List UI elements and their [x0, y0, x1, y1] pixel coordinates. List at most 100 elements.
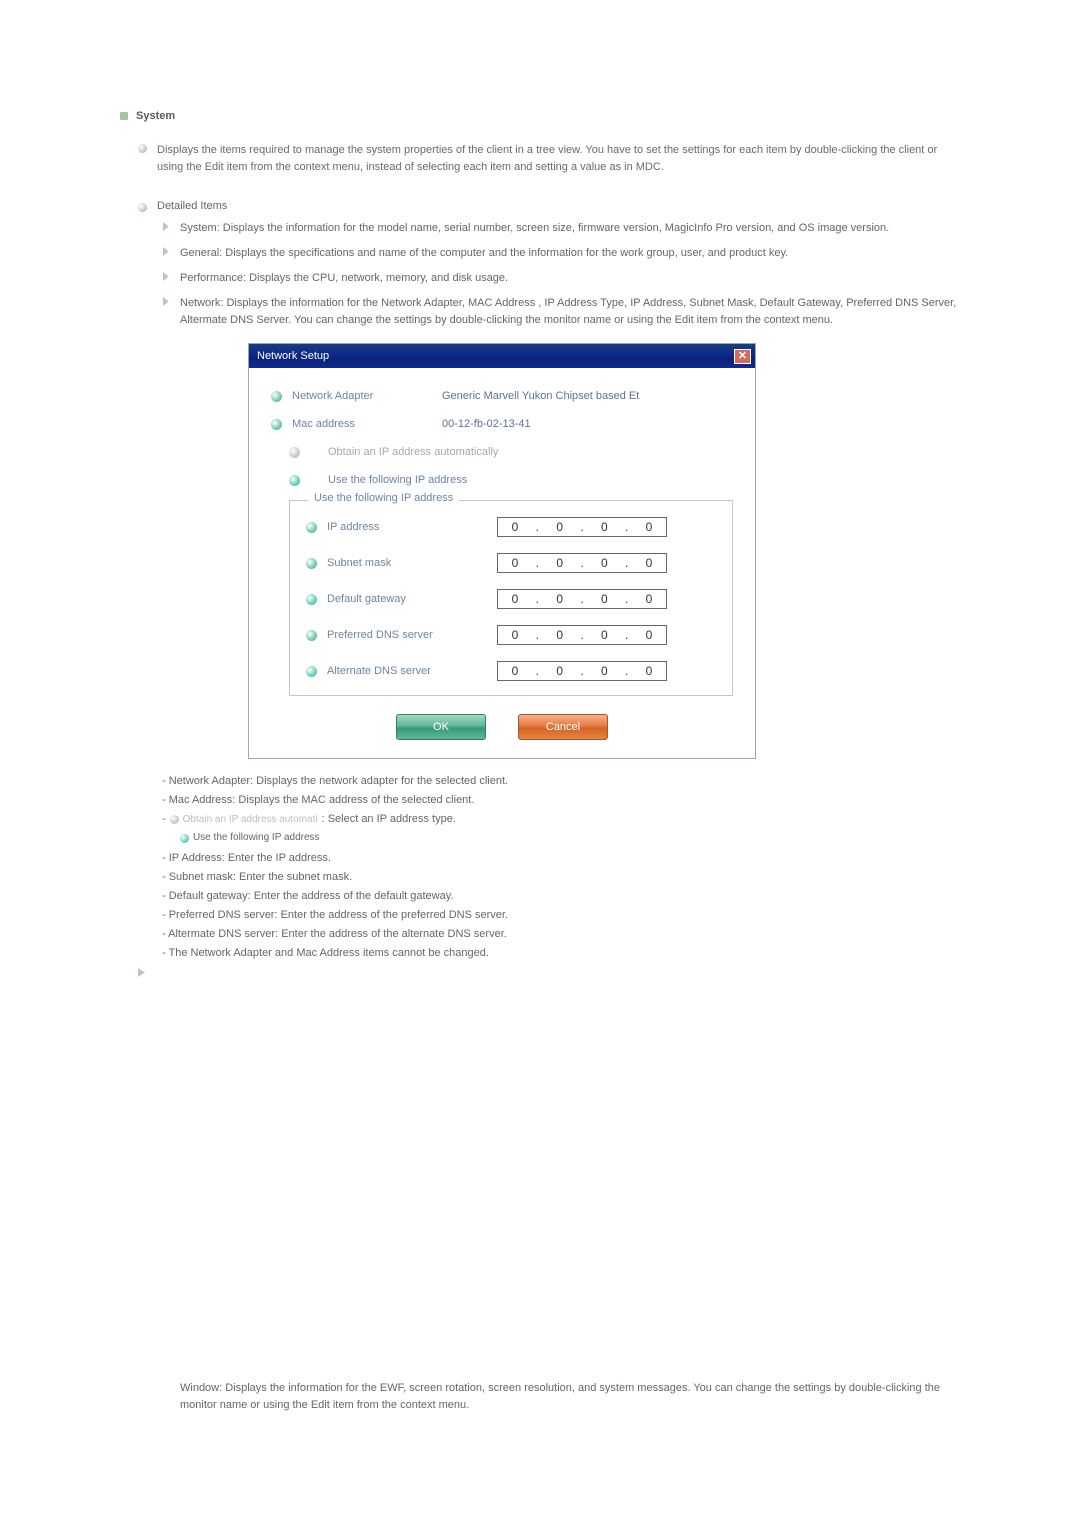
octet[interactable]: 0	[504, 556, 526, 570]
list-text: System: Displays the information for the…	[180, 220, 889, 237]
ok-button[interactable]: OK	[396, 714, 486, 740]
octet[interactable]: 0	[638, 592, 660, 606]
note-prefix: -	[162, 811, 166, 828]
octet[interactable]: 0	[638, 628, 660, 642]
dot-icon	[306, 558, 317, 569]
arrow-icon	[163, 222, 171, 237]
note-line: - Altermate DNS server: Enter the addres…	[162, 926, 960, 943]
dot-icon	[306, 594, 317, 605]
field-label: Subnet mask	[327, 557, 497, 569]
cancel-button[interactable]: Cancel	[518, 714, 608, 740]
inline-option-manual: Use the following IP address	[180, 830, 320, 846]
note-line: - Subnet mask: Enter the subnet mask.	[162, 869, 960, 886]
note-line: - Preferred DNS server: Enter the addres…	[162, 907, 960, 924]
field-label: Default gateway	[327, 593, 497, 605]
octet[interactable]: 0	[593, 556, 615, 570]
note-line: - Obtain an IP address automati : Select…	[162, 811, 960, 828]
dot-icon	[306, 522, 317, 533]
list-item: Network: Displays the information for th…	[162, 295, 960, 329]
field-label: IP address	[327, 521, 497, 533]
arrow-icon	[163, 247, 171, 262]
radio-icon[interactable]	[289, 475, 300, 486]
octet[interactable]: 0	[638, 556, 660, 570]
detailed-header: Detailed Items	[138, 200, 960, 212]
close-icon[interactable]: ✕	[734, 349, 751, 364]
octet[interactable]: 0	[593, 628, 615, 642]
octet[interactable]: 0	[593, 592, 615, 606]
octet[interactable]: 0	[638, 664, 660, 678]
note-line: Use the following IP address	[176, 830, 960, 846]
dot-icon	[306, 666, 317, 677]
note-line: - Network Adapter: Displays the network …	[162, 773, 960, 790]
gateway-row: Default gateway 0. 0. 0. 0	[306, 589, 716, 609]
note-line: - Default gateway: Enter the address of …	[162, 888, 960, 905]
bullet-icon	[138, 203, 147, 212]
field-label: Preferred DNS server	[327, 629, 497, 641]
ip-address-row: IP address 0. 0. 0. 0	[306, 517, 716, 537]
arrow-icon	[138, 968, 960, 980]
dot-icon	[271, 391, 282, 402]
intro-text: Displays the items required to manage th…	[157, 142, 960, 176]
note-line: - IP Address: Enter the IP address.	[162, 850, 960, 867]
alternate-dns-input[interactable]: 0. 0. 0. 0	[497, 661, 667, 681]
radio-icon	[170, 815, 179, 824]
list-text: Network: Displays the information for th…	[180, 295, 960, 329]
dot-icon	[271, 419, 282, 430]
inline-label: Obtain an IP address automati	[183, 812, 318, 828]
list-item: General: Displays the specifications and…	[162, 245, 960, 262]
note-line: - Mac Address: Displays the MAC address …	[162, 792, 960, 809]
list-text: Performance: Displays the CPU, network, …	[180, 270, 508, 287]
ip-auto-row: Obtain an IP address automatically	[289, 446, 733, 458]
section-title: System	[136, 110, 175, 122]
dialog-screenshot: Network Setup ✕ Network Adapter Generic …	[248, 343, 960, 759]
button-row: OK Cancel	[271, 714, 733, 740]
note-line: - The Network Adapter and Mac Address it…	[162, 945, 960, 962]
preferred-dns-row: Preferred DNS server 0. 0. 0. 0	[306, 625, 716, 645]
ip-fieldset: Use the following IP address IP address …	[289, 500, 733, 696]
adapter-label: Network Adapter	[292, 390, 442, 402]
note-suffix: : Select an IP address type.	[322, 811, 456, 828]
radio-icon[interactable]	[289, 447, 300, 458]
preferred-dns-input[interactable]: 0. 0. 0. 0	[497, 625, 667, 645]
octet[interactable]: 0	[549, 556, 571, 570]
list-text: General: Displays the specifications and…	[180, 245, 788, 262]
bullet-icon	[138, 144, 147, 153]
inline-label: Use the following IP address	[193, 830, 320, 846]
arrow-icon	[163, 297, 171, 329]
octet[interactable]: 0	[549, 664, 571, 678]
section-bullet-icon	[120, 112, 128, 120]
subnet-input[interactable]: 0. 0. 0. 0	[497, 553, 667, 573]
intro-row: Displays the items required to manage th…	[138, 142, 960, 176]
detailed-title: Detailed Items	[157, 200, 227, 212]
list-item: Performance: Displays the CPU, network, …	[162, 270, 960, 287]
notes-block: - Network Adapter: Displays the network …	[162, 773, 960, 962]
octet[interactable]: 0	[593, 664, 615, 678]
octet[interactable]: 0	[549, 592, 571, 606]
dialog-body: Network Adapter Generic Marvell Yukon Ch…	[249, 368, 755, 758]
octet[interactable]: 0	[504, 520, 526, 534]
inline-option-auto: Obtain an IP address automati	[170, 812, 318, 828]
arrow-icon	[163, 272, 171, 287]
fieldset-legend: Use the following IP address	[308, 492, 459, 504]
octet[interactable]: 0	[549, 520, 571, 534]
titlebar: Network Setup ✕	[249, 344, 755, 368]
ip-auto-label: Obtain an IP address automatically	[328, 446, 498, 458]
dot-icon	[306, 630, 317, 641]
dialog-title: Network Setup	[257, 350, 329, 362]
alternate-dns-row: Alternate DNS server 0. 0. 0. 0	[306, 661, 716, 681]
mac-value: 00-12-fb-02-13-41	[442, 418, 531, 430]
section-header: System	[120, 110, 960, 122]
list-item: System: Displays the information for the…	[162, 220, 960, 237]
adapter-row: Network Adapter Generic Marvell Yukon Ch…	[271, 390, 733, 402]
octet[interactable]: 0	[593, 520, 615, 534]
gateway-input[interactable]: 0. 0. 0. 0	[497, 589, 667, 609]
octet[interactable]: 0	[638, 520, 660, 534]
network-setup-dialog: Network Setup ✕ Network Adapter Generic …	[248, 343, 756, 759]
octet[interactable]: 0	[549, 628, 571, 642]
octet[interactable]: 0	[504, 664, 526, 678]
octet[interactable]: 0	[504, 592, 526, 606]
adapter-value: Generic Marvell Yukon Chipset based Et	[442, 390, 639, 402]
octet[interactable]: 0	[504, 628, 526, 642]
page-content: System Displays the items required to ma…	[0, 0, 1080, 1464]
ip-address-input[interactable]: 0. 0. 0. 0	[497, 517, 667, 537]
